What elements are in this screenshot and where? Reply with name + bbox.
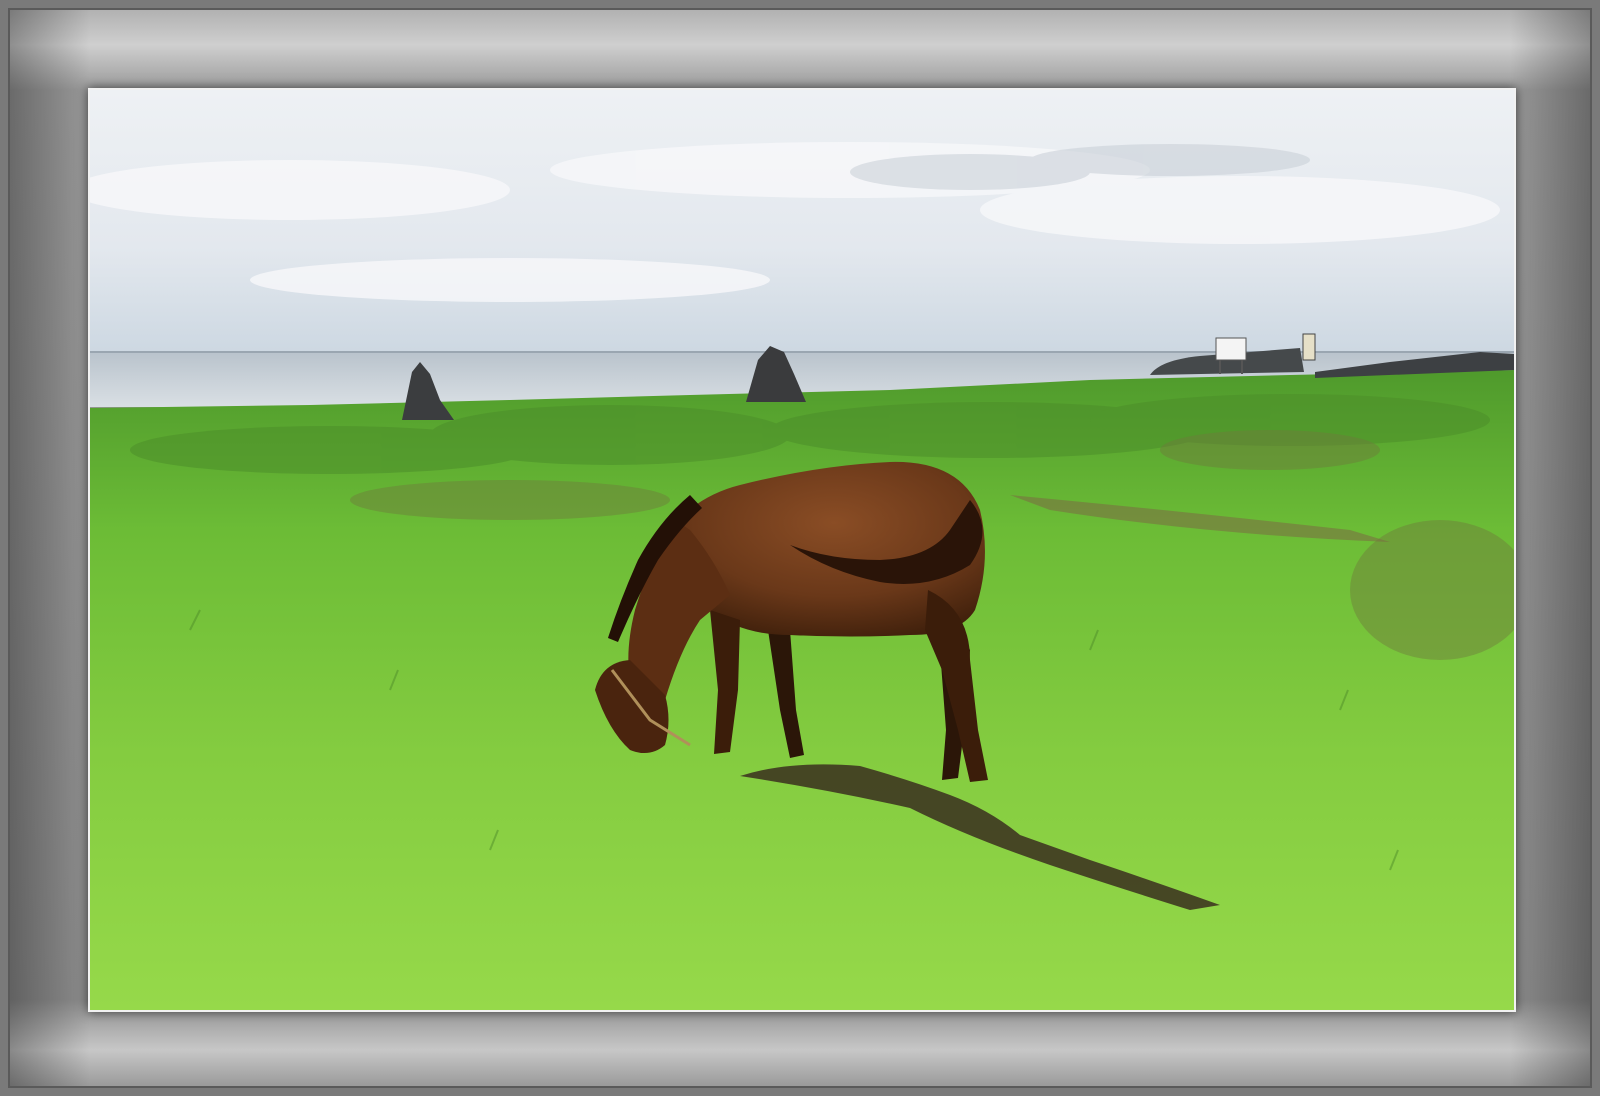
sign-board [1215, 337, 1247, 361]
sign-post [1302, 333, 1316, 361]
photo [88, 88, 1516, 1012]
landscape-photo [90, 90, 1514, 1010]
picture-frame [0, 0, 1600, 1096]
